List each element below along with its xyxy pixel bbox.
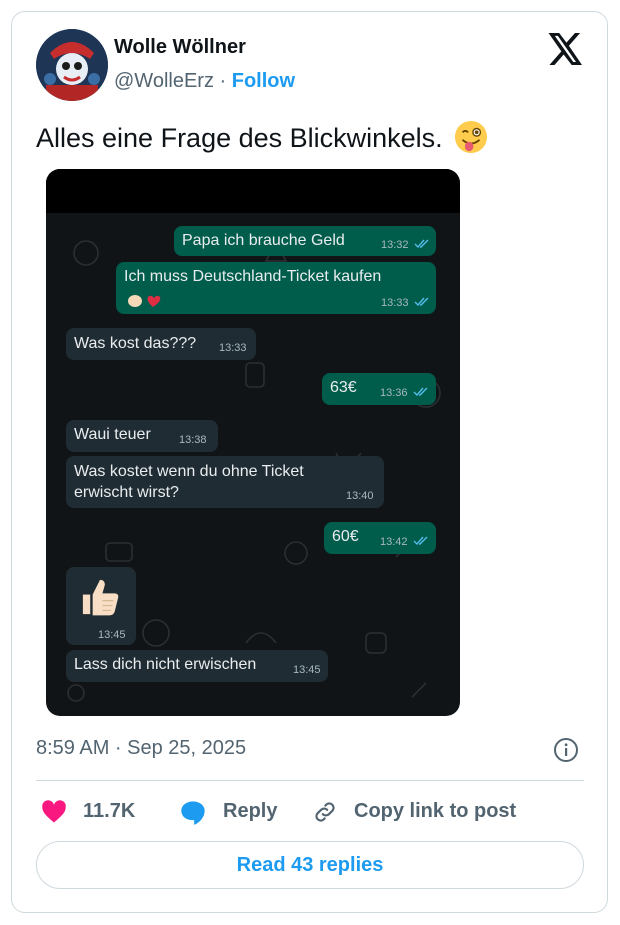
message-text-line1: Was kostet wenn du ohne Ticket	[74, 463, 304, 480]
message-text: Lass dich nicht erwischen	[74, 656, 257, 673]
message-time: 13:45	[293, 664, 321, 676]
winking-face-with-tongue-icon	[455, 120, 488, 154]
message-text: Was kost das???	[74, 335, 197, 352]
read-receipt-icon	[414, 297, 429, 307]
sticker-message[interactable]: 13:45	[66, 567, 136, 645]
message-time: 13:36	[380, 387, 408, 399]
read-replies-button[interactable]: Read 43 replies	[36, 841, 584, 889]
message-bubble[interactable]: 63€ 13:36	[322, 373, 436, 405]
message-bubble[interactable]: Papa ich brauche Geld 13:32	[174, 226, 436, 256]
message-time: 13:33	[381, 297, 409, 309]
like-button[interactable]: 11.7K	[40, 798, 150, 826]
message-time: 13:45	[98, 629, 126, 641]
copy-link-label: Copy link to post	[354, 800, 517, 822]
message-bubble[interactable]: Was kostet wenn du ohne Ticket erwischt …	[66, 456, 384, 508]
message-time: 13:42	[380, 536, 408, 548]
read-receipt-icon	[413, 387, 428, 397]
author-avatar[interactable]	[36, 29, 108, 101]
message-time: 13:32	[381, 239, 409, 251]
message-bubble[interactable]: Ich muss Deutschland-Ticket kaufen 13:33	[116, 262, 436, 314]
message-bubble[interactable]: 60€ 13:42	[324, 522, 436, 554]
message-text: Ich muss Deutschland-Ticket kaufen	[124, 268, 382, 285]
message-time: 13:33	[219, 342, 247, 354]
post-timestamp[interactable]: 8:59 AM · Sep 25, 2025	[36, 737, 246, 760]
message-bubble[interactable]: Waui teuer 13:38	[66, 420, 218, 452]
message-text-line2: erwischt wirst?	[74, 484, 179, 501]
chat-header-bar	[46, 169, 460, 213]
author-handle-row: @WolleErz · Follow	[114, 70, 295, 93]
clapping-hands-red-heart-icon	[128, 295, 161, 307]
message-time: 13:38	[179, 434, 207, 446]
follow-button[interactable]: Follow	[232, 70, 295, 92]
reply-label: Reply	[223, 800, 278, 822]
reply-bubble-icon	[181, 801, 205, 825]
like-count: 11.7K	[83, 800, 136, 822]
author-name[interactable]: Wolle Wöllner	[114, 36, 246, 59]
message-text: 60€	[332, 528, 359, 545]
reply-button[interactable]: Reply	[178, 798, 278, 826]
author-handle[interactable]: @WolleErz	[114, 70, 214, 92]
divider	[36, 780, 584, 781]
message-time: 13:40	[346, 490, 374, 502]
message-text: Papa ich brauche Geld	[182, 232, 345, 249]
copy-link-button[interactable]: Copy link to post	[312, 798, 522, 826]
link-icon	[315, 802, 335, 822]
message-bubble[interactable]: Lass dich nicht erwischen 13:45	[66, 650, 328, 682]
heart-icon	[42, 800, 66, 823]
read-receipt-icon	[413, 536, 428, 546]
handle-separator: ·	[219, 70, 227, 92]
thumbs-up-icon	[82, 579, 119, 616]
post-text: Alles eine Frage des Blickwinkels.	[36, 123, 443, 153]
x-logo-icon[interactable]	[548, 33, 584, 65]
message-bubble[interactable]: Was kost das??? 13:33	[66, 328, 256, 360]
avatar-image	[36, 29, 108, 101]
read-receipt-icon	[414, 239, 429, 249]
message-text: 63€	[330, 379, 357, 396]
message-text: Waui teuer	[74, 426, 151, 443]
info-icon[interactable]	[553, 737, 579, 763]
post-text-row: Alles eine Frage des Blickwinkels.	[36, 120, 488, 154]
